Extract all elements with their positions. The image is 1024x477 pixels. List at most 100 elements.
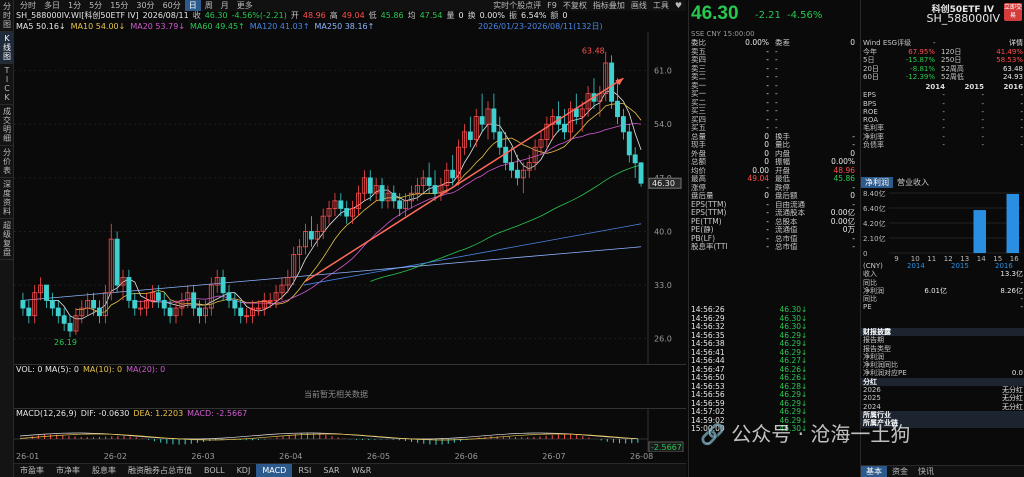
- tick-time: 14:56:38: [691, 340, 725, 348]
- candle-body: [61, 315, 67, 324]
- quote-label: 均价: [691, 166, 706, 175]
- indicator-tab-5[interactable]: KDJ: [231, 464, 257, 477]
- sidebar-tab-2[interactable]: TICK: [0, 64, 14, 105]
- period-tab-8[interactable]: 周: [201, 0, 217, 11]
- quote-value: -: [766, 200, 769, 209]
- fin-value: -: [942, 132, 945, 141]
- quote-value: 48.96: [833, 166, 855, 175]
- indicator-tab-7[interactable]: RSI: [292, 464, 317, 477]
- sidebar-tab-6[interactable]: 超级复盘: [0, 219, 14, 260]
- vol-no-data: 当前暂无相关数据: [304, 390, 368, 399]
- toolbar-item-1[interactable]: F9: [547, 0, 557, 11]
- indicator-tab-4[interactable]: BOLL: [198, 464, 231, 477]
- toolbar-item-2[interactable]: 不复权: [563, 0, 587, 11]
- quote-row: 涨停 - 跌停 -: [689, 184, 860, 193]
- quote-value: 0万: [842, 226, 855, 234]
- candle: [356, 185, 361, 217]
- tick-row: 14:56:50 46.26 ↓: [689, 374, 860, 383]
- fund-tab-bar: 基本 资金 快讯: [861, 465, 1024, 477]
- quote-row: 买三 - -: [689, 107, 860, 116]
- amt-value: 0: [562, 11, 568, 20]
- indicator-tab-8[interactable]: SAR: [317, 464, 345, 477]
- report-label: 净利润对应PE: [863, 369, 907, 378]
- vol-label: 量: [446, 11, 455, 20]
- quote-value: 0: [764, 158, 769, 166]
- income-value-2015: [907, 270, 947, 278]
- tab-net-profit[interactable]: 净利润: [861, 176, 893, 188]
- close-label: 收: [192, 11, 201, 20]
- quote-row: 买一 - -: [689, 90, 860, 99]
- candle: [308, 216, 314, 247]
- tick-list[interactable]: 14:56:26 46.30 ↓ 14:56:29 46.30 ↓ 14:56:32 46.3…: [689, 306, 860, 434]
- macd-value: MACD: -2.5667: [187, 409, 248, 418]
- high-label: 高: [329, 11, 338, 20]
- quote-row: 卖一 - -: [689, 82, 860, 91]
- sidebar-tab-5[interactable]: 深度资料: [0, 178, 14, 219]
- candle: [461, 124, 467, 155]
- fund-tab-2[interactable]: 快讯: [913, 466, 939, 477]
- sidebar-tab-4[interactable]: 分价表: [0, 146, 14, 178]
- sidebar-tab-1[interactable]: K线图: [0, 32, 14, 64]
- candle-body: [497, 131, 503, 148]
- quote-value: [815, 73, 855, 82]
- period-tab-2[interactable]: 1分: [64, 0, 85, 11]
- sidebar-tab-3[interactable]: 成交明细: [0, 105, 14, 146]
- ma120-line: [303, 223, 642, 286]
- candle-body: [379, 185, 385, 202]
- period-tab-7[interactable]: 日: [184, 0, 201, 11]
- quote-value: -: [766, 90, 769, 98]
- quote-label: 盘后额: [775, 192, 798, 200]
- dividend-year: 2025: [863, 394, 881, 403]
- candle: [191, 285, 197, 316]
- indicator-tab-3[interactable]: 融资融券占总市值: [122, 464, 198, 477]
- y-tick-label: 33.0: [654, 281, 672, 290]
- esg-detail-link[interactable]: 详情: [993, 39, 1023, 47]
- tick-price: 46.30: [779, 314, 801, 323]
- indicator-tab-0[interactable]: 市盈率: [14, 464, 50, 477]
- trade-now-button[interactable]: 立即交易: [1004, 3, 1022, 21]
- performance-table: 今年 67.95% 120日 41.49% 5日 -15.87% 250日 58.53% 20日…: [861, 48, 1024, 81]
- toolbar-item-6[interactable]: ♥: [675, 0, 682, 11]
- period-tab-3[interactable]: 5分: [85, 0, 106, 11]
- income-value-2015: [907, 295, 947, 303]
- candle: [49, 292, 55, 316]
- period-tab-0[interactable]: 分时: [16, 0, 40, 11]
- tab-revenue[interactable]: 营业收入: [893, 177, 933, 188]
- period-tab-4[interactable]: 15分: [106, 0, 132, 11]
- fund-tab-0[interactable]: 基本: [861, 466, 887, 477]
- quote-row: 卖三 - -: [689, 65, 860, 74]
- bar-date: 2026/08/11: [142, 11, 189, 20]
- toolbar-item-5[interactable]: 工具: [653, 0, 669, 11]
- sidebar-tab-0[interactable]: 分时图: [0, 0, 14, 32]
- quote-row: PE(静) - 流通值 0万: [689, 226, 860, 235]
- period-tab-10[interactable]: 更多: [233, 0, 257, 11]
- tick-price: 46.27: [779, 357, 801, 365]
- perf-label: 52周低: [941, 72, 964, 81]
- indicator-tab-6[interactable]: MACD: [256, 463, 293, 477]
- candlestick-chart[interactable]: 61.054.047.040.033.026.063.4826.1946.30: [14, 32, 686, 364]
- indicator-tab-9[interactable]: W&R: [346, 464, 378, 477]
- quote-label: 量比: [775, 141, 790, 149]
- volume-panel: VOL: 0 MA(5): 0 MA(10): 0 MA(20): 0 当前暂无…: [14, 364, 686, 408]
- ma-legend-ma250: MA250 38.16↑: [314, 22, 375, 31]
- x-tick-label: 26-07: [542, 452, 566, 461]
- quote-label: -: [775, 107, 778, 115]
- period-tab-6[interactable]: 60分: [159, 0, 185, 11]
- toolbar-item-4[interactable]: 画线: [631, 0, 647, 11]
- quote-value: -: [852, 243, 855, 251]
- fin-value: -: [1020, 107, 1024, 116]
- candle: [114, 231, 120, 293]
- indicator-tab-2[interactable]: 股息率: [86, 464, 122, 477]
- fund-tab-1[interactable]: 资金: [887, 466, 913, 477]
- period-tab-9[interactable]: 月: [217, 0, 233, 11]
- period-tab-5[interactable]: 30分: [132, 0, 158, 11]
- candle: [279, 277, 285, 301]
- candle-body: [638, 162, 644, 184]
- period-tab-1[interactable]: 多日: [40, 0, 64, 11]
- indicator-tab-1[interactable]: 市净率: [50, 464, 86, 477]
- candle: [120, 269, 126, 301]
- quote-label: 流通值: [775, 226, 798, 234]
- toolbar-item-3[interactable]: 指标叠加: [593, 0, 625, 11]
- toolbar-item-0[interactable]: 实时个股点评: [493, 0, 541, 11]
- quote-label: 买一: [691, 90, 706, 98]
